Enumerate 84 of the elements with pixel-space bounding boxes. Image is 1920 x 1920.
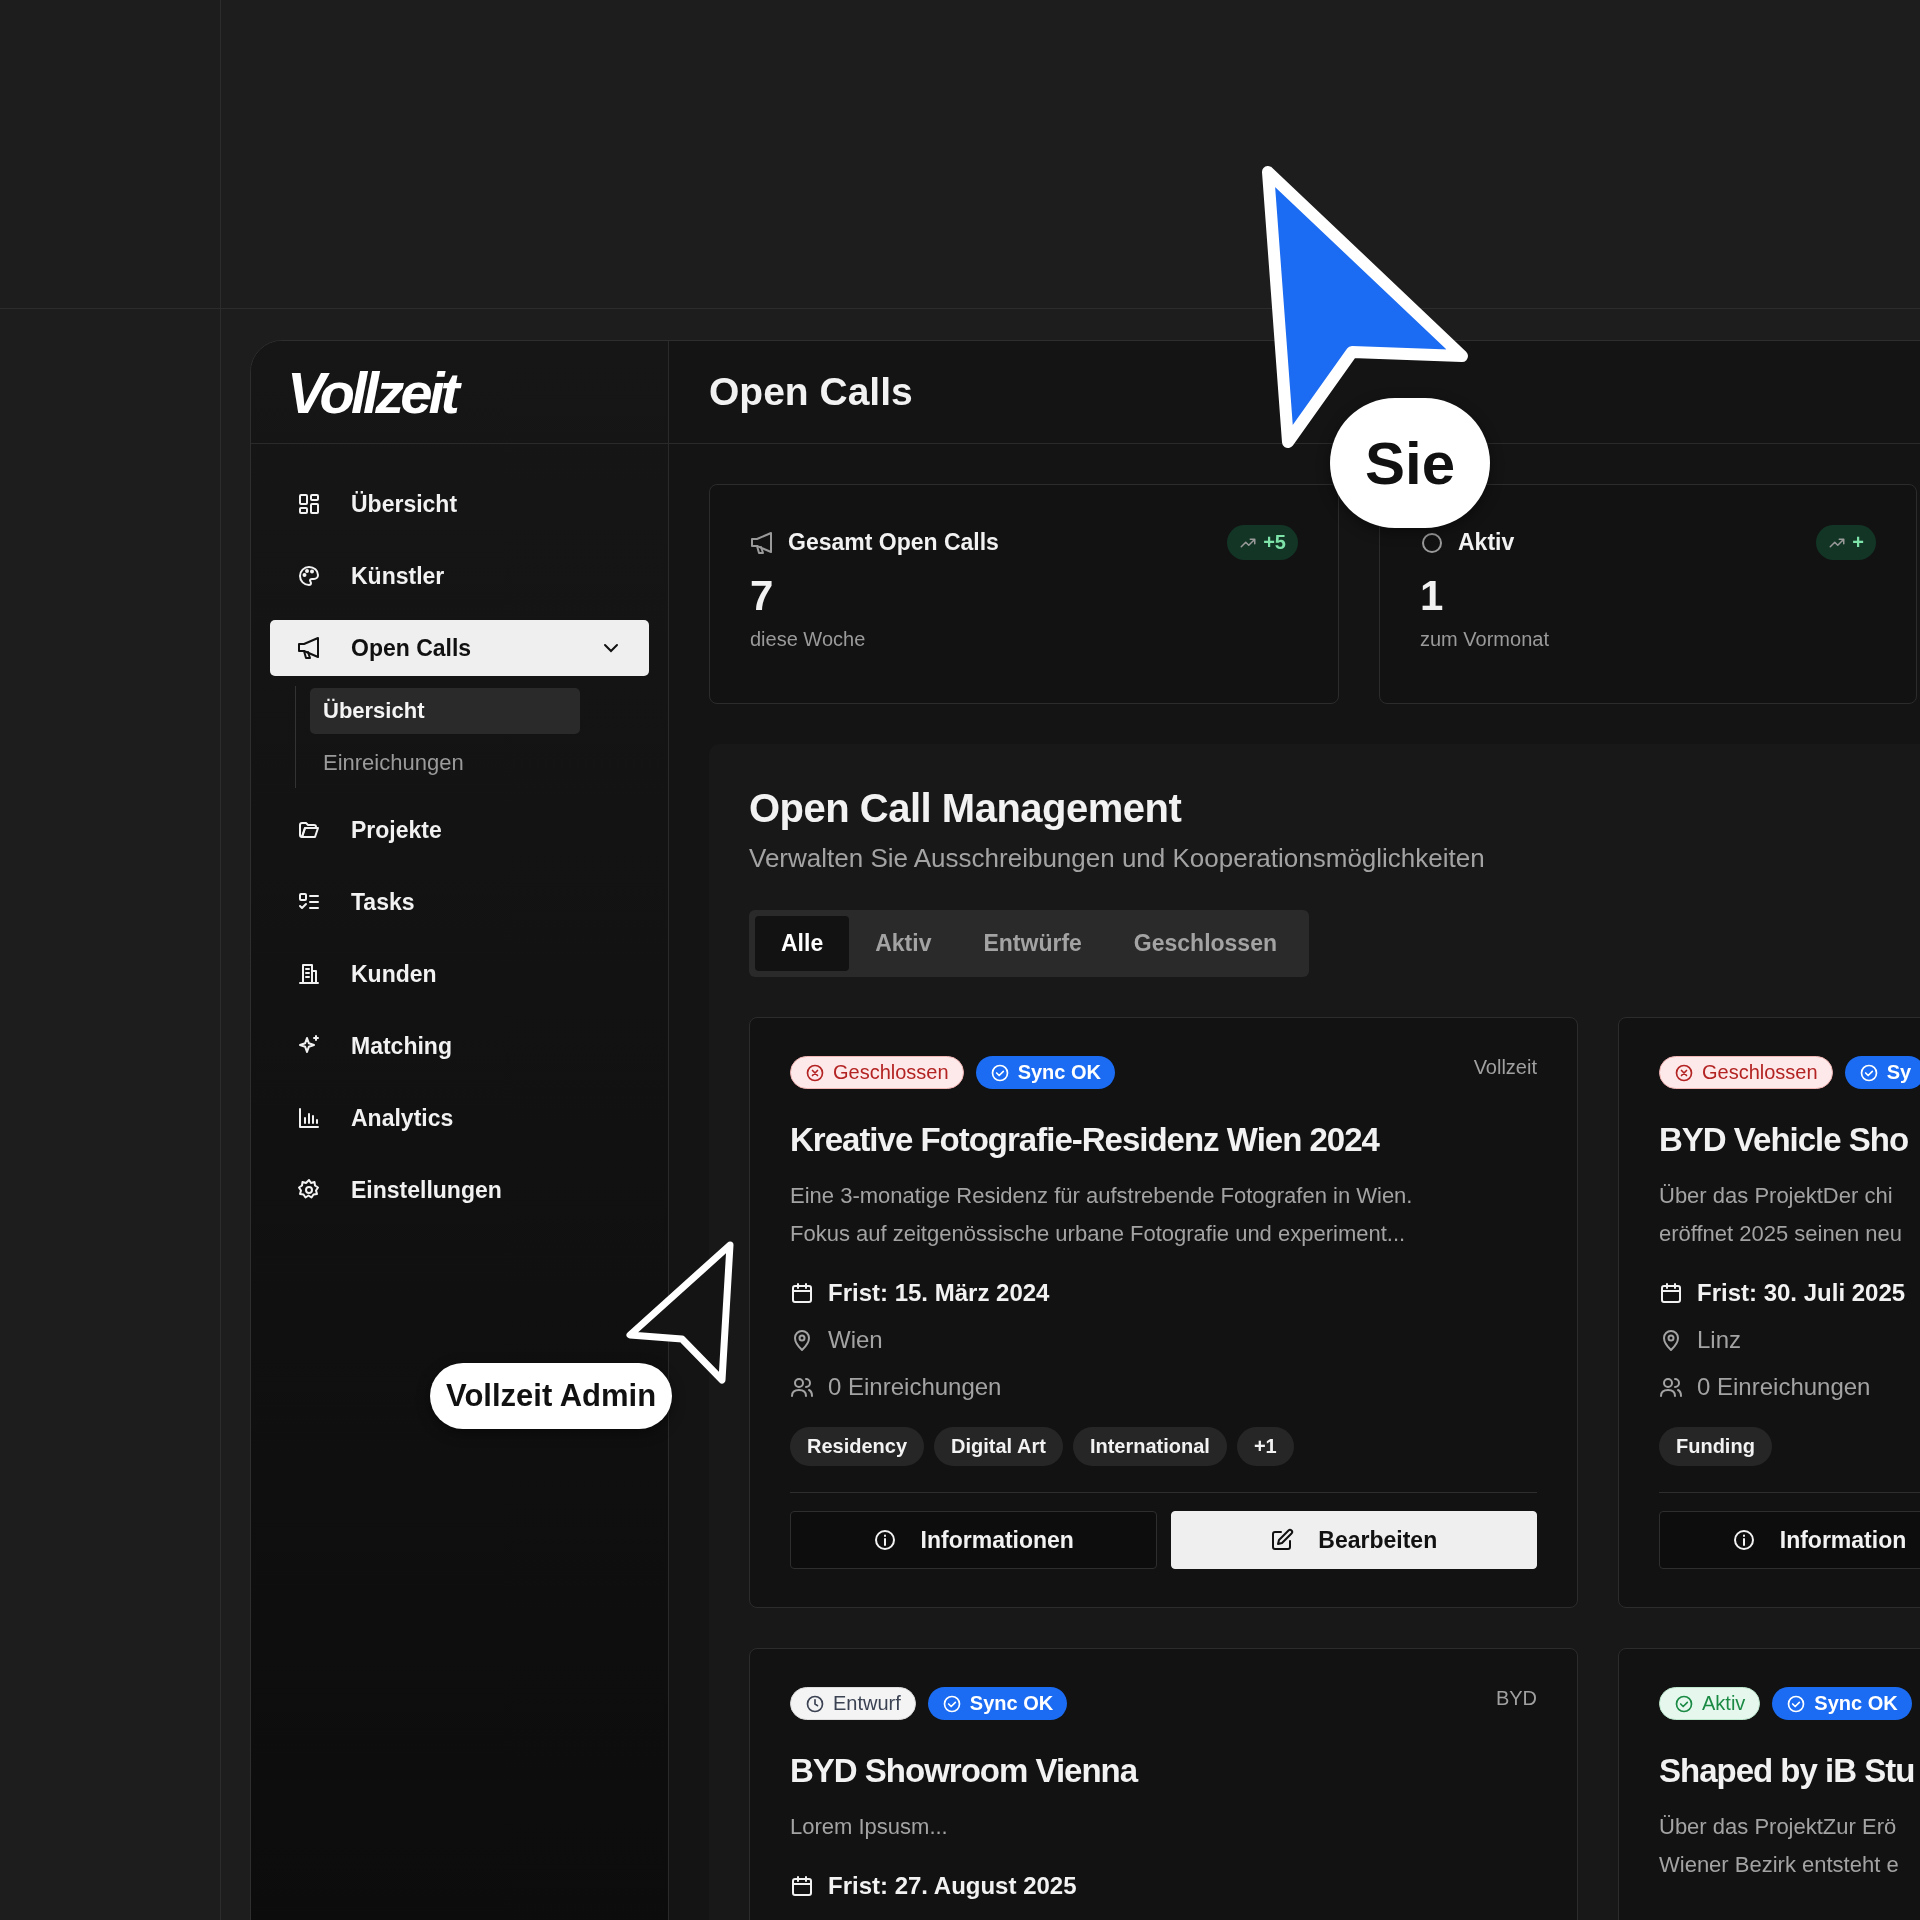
- stat-value: 7: [750, 572, 775, 620]
- megaphone-icon: [297, 636, 321, 660]
- tag: +1: [1236, 1427, 1294, 1466]
- sync-badge: Sync OK: [1772, 1687, 1912, 1720]
- calendar-icon: [1659, 1281, 1683, 1305]
- page-title: Open Calls: [709, 370, 913, 414]
- tag: Funding: [1659, 1427, 1772, 1466]
- stat-value: 1: [1420, 572, 1445, 620]
- source-label: Vollzeit: [1473, 1056, 1537, 1079]
- filter-tab[interactable]: Alle: [755, 916, 850, 971]
- trend-badge: +: [1816, 525, 1876, 560]
- deadline-text: Frist: 15. März 2024: [828, 1279, 1050, 1307]
- nav-subitem[interactable]: Übersicht: [310, 688, 580, 734]
- section-subtitle: Verwalten Sie Ausschreibungen und Kooperationsmöglichkeiten: [749, 843, 1486, 874]
- info-button[interactable]: Information: [1659, 1511, 1920, 1569]
- megaphone-icon: [750, 530, 774, 555]
- card-title: BYD Showroom Vienna: [790, 1752, 1139, 1790]
- check-circle-icon: [1786, 1693, 1807, 1714]
- edit-button[interactable]: Bearbeiten: [1170, 1511, 1537, 1569]
- edit-icon: [1270, 1528, 1295, 1552]
- sync-badge: Sync OK: [927, 1687, 1068, 1720]
- stat-title: Gesamt Open Calls: [788, 529, 1000, 556]
- section-title: Open Call Management: [749, 786, 1183, 831]
- circle-icon: [1420, 530, 1444, 555]
- stat-title: Aktiv: [1458, 529, 1516, 556]
- info-icon: [1731, 1528, 1756, 1552]
- deadline-text: Frist: 27. August 2025: [828, 1872, 1077, 1900]
- nav-item[interactable]: Einstellungen: [270, 1162, 649, 1218]
- people-icon: [1659, 1375, 1683, 1399]
- check-circle-icon: [941, 1693, 962, 1714]
- deadline-text: Frist: 30. Juli 2025: [1697, 1279, 1906, 1307]
- filter-tab[interactable]: Entwürfe: [957, 916, 1108, 971]
- nav-item[interactable]: Matching: [270, 1018, 649, 1074]
- location-text: Linz: [1697, 1326, 1742, 1354]
- nav-subitem[interactable]: Einreichungen: [310, 740, 580, 786]
- nav-item[interactable]: Kunden: [270, 946, 649, 1002]
- nav-item[interactable]: Übersicht: [270, 476, 649, 532]
- card-description: Eine 3-monatige Residenz für aufstrebende Fotografen in Wien. Fokus auf zeitgenössische urbane Fotografie und experiment...: [790, 1182, 1414, 1248]
- submissions-text: 0 Einreichungen: [1697, 1373, 1871, 1401]
- submissions-text: 0 Einreichungen: [828, 1373, 1002, 1401]
- check-circle-icon: [1858, 1062, 1879, 1083]
- card-description: Lorem Ipsusm...: [790, 1813, 949, 1841]
- grid-icon: [297, 492, 321, 516]
- building-icon: [297, 962, 321, 986]
- nav-item[interactable]: Projekte: [270, 802, 649, 858]
- filter-tab[interactable]: Geschlossen: [1107, 916, 1303, 971]
- info-button[interactable]: Informationen: [790, 1511, 1157, 1569]
- card-title: BYD Vehicle Sho: [1659, 1121, 1910, 1159]
- sync-badge: Sy: [1844, 1056, 1920, 1089]
- filter-tab[interactable]: Aktiv: [849, 916, 958, 971]
- stat-caption: diese Woche: [750, 628, 867, 651]
- nav-item[interactable]: Open Calls: [270, 620, 649, 676]
- status-badge: Entwurf: [790, 1687, 916, 1720]
- location-text: Wien: [828, 1326, 883, 1354]
- bar-chart-icon: [297, 1106, 321, 1130]
- card-title: Kreative Fotografie-Residenz Wien 2024: [790, 1121, 1381, 1159]
- stat-caption: zum Vormonat: [1420, 628, 1550, 651]
- clock-icon: [805, 1693, 825, 1714]
- x-circle-icon: [1674, 1062, 1694, 1083]
- info-icon: [872, 1528, 897, 1552]
- calendar-icon: [790, 1281, 814, 1305]
- card-title: Shaped by iB Stu: [1659, 1752, 1916, 1790]
- tag: International: [1072, 1427, 1227, 1466]
- x-circle-icon: [805, 1062, 825, 1083]
- source-label: BYD: [1495, 1687, 1537, 1710]
- tag: Residency: [790, 1427, 925, 1466]
- nav-item[interactable]: Tasks: [270, 874, 649, 930]
- tag: Digital Art: [934, 1427, 1063, 1466]
- status-badge: Geschlossen: [1659, 1056, 1833, 1089]
- people-icon: [790, 1375, 814, 1399]
- trend-badge: +5: [1227, 525, 1298, 560]
- sync-badge: Sync OK: [975, 1056, 1115, 1089]
- nav-item[interactable]: Analytics: [270, 1090, 649, 1146]
- card-description: Über das ProjektZur Erö Wiener Bezirk entsteht e: [1659, 1813, 1900, 1879]
- nav-item[interactable]: Künstler: [270, 548, 649, 604]
- status-badge: Aktiv: [1659, 1687, 1761, 1720]
- calendar-icon: [790, 1874, 814, 1898]
- palette-icon: [297, 564, 321, 588]
- settings-icon: [297, 1178, 321, 1202]
- card-description: Über das ProjektDer chi eröffnet 2025 seinen neu: [1659, 1182, 1904, 1248]
- status-badge: Geschlossen: [790, 1056, 964, 1089]
- check-circle-icon: [1674, 1693, 1694, 1714]
- check-circle-icon: [989, 1062, 1010, 1083]
- cursor-label: Vollzeit Admin: [430, 1363, 673, 1429]
